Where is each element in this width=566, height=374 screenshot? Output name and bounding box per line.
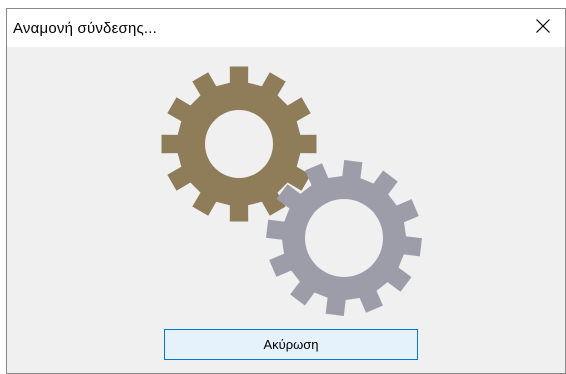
gears-animation: [161, 66, 422, 316]
connection-wait-dialog: Αναμονή σύνδεσης... Ακύρωση: [6, 8, 566, 374]
cancel-button-label: Ακύρωση: [263, 337, 319, 352]
dialog-title: Αναμονή σύνδεσης...: [13, 20, 158, 37]
close-icon: [535, 18, 551, 39]
dialog-body: Ακύρωση: [7, 47, 565, 373]
title-bar: Αναμονή σύνδεσης...: [7, 9, 565, 47]
close-button[interactable]: [521, 9, 565, 47]
cancel-button[interactable]: Ακύρωση: [164, 329, 418, 360]
